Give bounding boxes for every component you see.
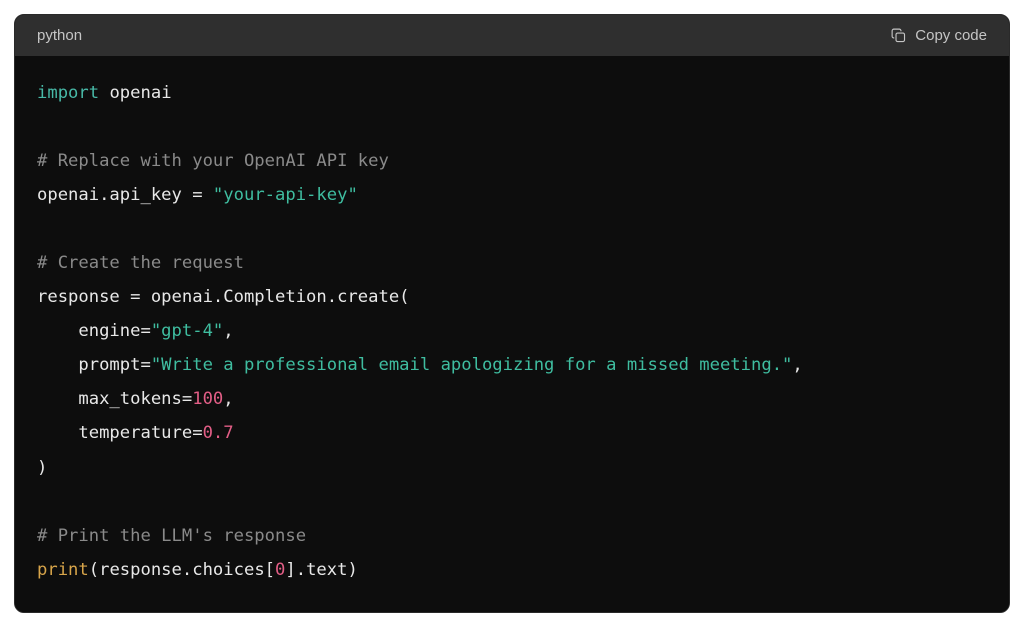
code-token: 100 [192, 389, 223, 409]
code-line: import openai [37, 76, 987, 110]
code-line: ) [37, 451, 987, 485]
code-token: "your-api-key" [213, 185, 358, 205]
code-token: # Print the LLM's response [37, 526, 306, 546]
code-token: openai.api_key = [37, 185, 213, 205]
code-header: python Copy code [15, 15, 1009, 56]
code-token: 0 [275, 560, 285, 580]
copy-code-label: Copy code [915, 27, 987, 44]
language-label: python [37, 27, 82, 44]
code-line: # Print the LLM's response [37, 519, 987, 553]
code-content[interactable]: import openai # Replace with your OpenAI… [15, 56, 1009, 612]
code-line: engine="gpt-4", [37, 314, 987, 348]
code-line: # Replace with your OpenAI API key [37, 144, 987, 178]
code-token: ) [37, 458, 47, 478]
code-token: import [37, 83, 99, 103]
code-line: prompt="Write a professional email apolo… [37, 348, 987, 382]
code-token: # Create the request [37, 253, 244, 273]
code-line: # Create the request [37, 246, 987, 280]
code-line [37, 212, 987, 246]
code-line [37, 485, 987, 519]
code-token: openai [109, 83, 171, 103]
code-token: "gpt-4" [151, 321, 223, 341]
code-line: response = openai.Completion.create( [37, 280, 987, 314]
code-line: temperature=0.7 [37, 416, 987, 450]
code-token: (response.choices[ [89, 560, 275, 580]
code-token: 0.7 [203, 423, 234, 443]
code-token: , [792, 355, 802, 375]
code-token: , [223, 389, 233, 409]
code-token: response = openai.Completion.create( [37, 287, 410, 307]
code-line: max_tokens=100, [37, 382, 987, 416]
code-token: temperature= [37, 423, 203, 443]
code-token: engine= [37, 321, 151, 341]
code-token: # Replace with your OpenAI API key [37, 151, 389, 171]
code-line: print(response.choices[0].text) [37, 553, 987, 587]
code-token: print [37, 560, 89, 580]
copy-code-button[interactable]: Copy code [890, 27, 987, 44]
code-token: ].text) [285, 560, 357, 580]
code-token: , [223, 321, 233, 341]
copy-icon [890, 27, 907, 44]
code-line [37, 110, 987, 144]
code-line: openai.api_key = "your-api-key" [37, 178, 987, 212]
code-token [99, 83, 109, 103]
code-block: python Copy code import openai # Replace… [14, 14, 1010, 613]
code-token: prompt= [37, 355, 151, 375]
code-token: "Write a professional email apologizing … [151, 355, 793, 375]
code-token: max_tokens= [37, 389, 192, 409]
